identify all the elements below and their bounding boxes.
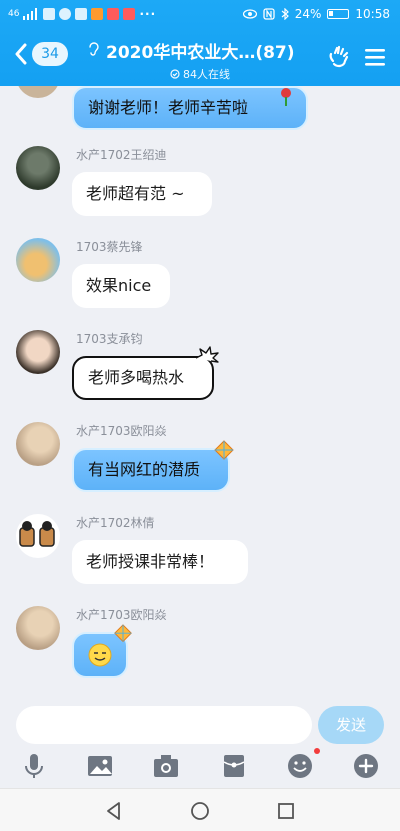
sender-name: 1703支承钧	[76, 332, 143, 346]
new-badge-dot	[314, 748, 320, 754]
plus-icon[interactable]	[352, 752, 380, 780]
app-notification-icon	[123, 8, 136, 20]
input-toolbar	[0, 748, 400, 782]
message-bubble[interactable]: 有当网红的潜质	[72, 448, 230, 492]
back-button[interactable]: 34	[14, 42, 68, 66]
sender-name: 水产1703欧阳焱	[76, 424, 167, 438]
battery-percent: 24%	[294, 7, 322, 21]
nav-recents-icon[interactable]	[276, 801, 296, 821]
bluetooth-icon	[281, 8, 289, 20]
app-notification-icon	[59, 8, 72, 20]
sender-name: 水产1703欧阳焱	[76, 608, 167, 622]
message-bubble[interactable]: 老师授课非常棒！	[72, 540, 248, 584]
eye-icon	[242, 9, 257, 19]
battery-icon	[327, 9, 350, 19]
avatar[interactable]	[16, 330, 60, 374]
avatar[interactable]	[16, 606, 60, 650]
status-bar: 46 ··· 24% 10:58	[0, 0, 400, 30]
emoji-icon[interactable]	[286, 752, 314, 780]
red-packet-icon[interactable]	[220, 752, 248, 780]
message-bubble[interactable]: 效果nice	[72, 264, 170, 308]
kite-decoration-icon	[114, 624, 132, 643]
online-icon	[170, 69, 180, 79]
bubble-tea-avatar-icon	[19, 521, 55, 547]
app-notification-icon	[91, 8, 104, 20]
message-item: 1703蔡先锋 效果nice	[0, 238, 400, 318]
network-label: 46	[8, 9, 20, 19]
sender-name: 水产1702林倩	[76, 516, 155, 530]
burst-decoration-icon	[195, 346, 219, 363]
signal-icon	[23, 8, 38, 20]
online-status: 84人在线	[88, 66, 318, 82]
earpiece-mode-icon	[88, 41, 100, 61]
message-item: 谢谢老师！老师辛苦啦	[0, 86, 400, 130]
group-call-icon[interactable]	[326, 44, 352, 70]
unread-count-badge: 34	[32, 42, 68, 66]
more-notifications: ···	[139, 7, 157, 21]
input-bar: 发送	[0, 696, 400, 788]
sender-name: 1703蔡先锋	[76, 240, 143, 254]
app-notification-icon	[43, 8, 56, 20]
image-icon[interactable]	[86, 752, 114, 780]
smile-emoji-icon	[88, 643, 112, 667]
camera-icon[interactable]	[152, 752, 180, 780]
send-button[interactable]: 发送	[318, 706, 384, 744]
clock: 10:58	[355, 7, 390, 21]
avatar[interactable]	[16, 146, 60, 190]
message-bubble[interactable]: 老师超有范 ~	[72, 172, 212, 216]
chevron-left-icon	[15, 43, 27, 65]
avatar[interactable]	[16, 514, 60, 558]
message-bubble[interactable]: 谢谢老师！老师辛苦啦	[72, 86, 308, 130]
message-list[interactable]: 谢谢老师！老师辛苦啦 水产1702王绍迪 老师超有范 ~ 1703蔡先锋 效果n…	[0, 86, 400, 696]
nfc-icon	[263, 8, 275, 20]
online-count: 84人在线	[183, 68, 230, 81]
avatar[interactable]	[16, 422, 60, 466]
mic-icon[interactable]	[20, 752, 48, 780]
app-notification-icon	[107, 8, 120, 20]
menu-icon[interactable]	[362, 44, 388, 70]
kite-decoration-icon	[214, 440, 234, 460]
message-input[interactable]	[16, 706, 312, 744]
chat-title-area[interactable]: 2020华中农业大…(87) 84人在线	[88, 38, 318, 82]
chat-header: 34 2020华中农业大…(87) 84人在线	[0, 36, 400, 82]
flower-decoration-icon	[281, 88, 291, 106]
message-item: 水产1702林倩 老师授课非常棒！	[0, 514, 400, 594]
message-item: 水产1702王绍迪 老师超有范 ~	[0, 146, 400, 226]
message-item: 1703支承钧 老师多喝热水	[0, 330, 400, 410]
top-bar: 46 ··· 24% 10:58 34 2020华中农业大…(87) 84人在线	[0, 0, 400, 86]
avatar[interactable]	[16, 238, 60, 282]
nav-back-icon[interactable]	[104, 801, 124, 821]
message-item: 水产1703欧阳焱 有当网红的潜质	[0, 422, 400, 502]
nav-home-icon[interactable]	[190, 801, 210, 821]
message-item: 水产1703欧阳焱	[0, 606, 400, 696]
sender-name: 水产1702王绍迪	[76, 148, 167, 162]
page-title: 2020华中农业大…(87)	[106, 43, 295, 63]
app-notification-icon	[75, 8, 88, 20]
system-nav-bar	[0, 788, 400, 831]
avatar[interactable]	[16, 86, 60, 98]
